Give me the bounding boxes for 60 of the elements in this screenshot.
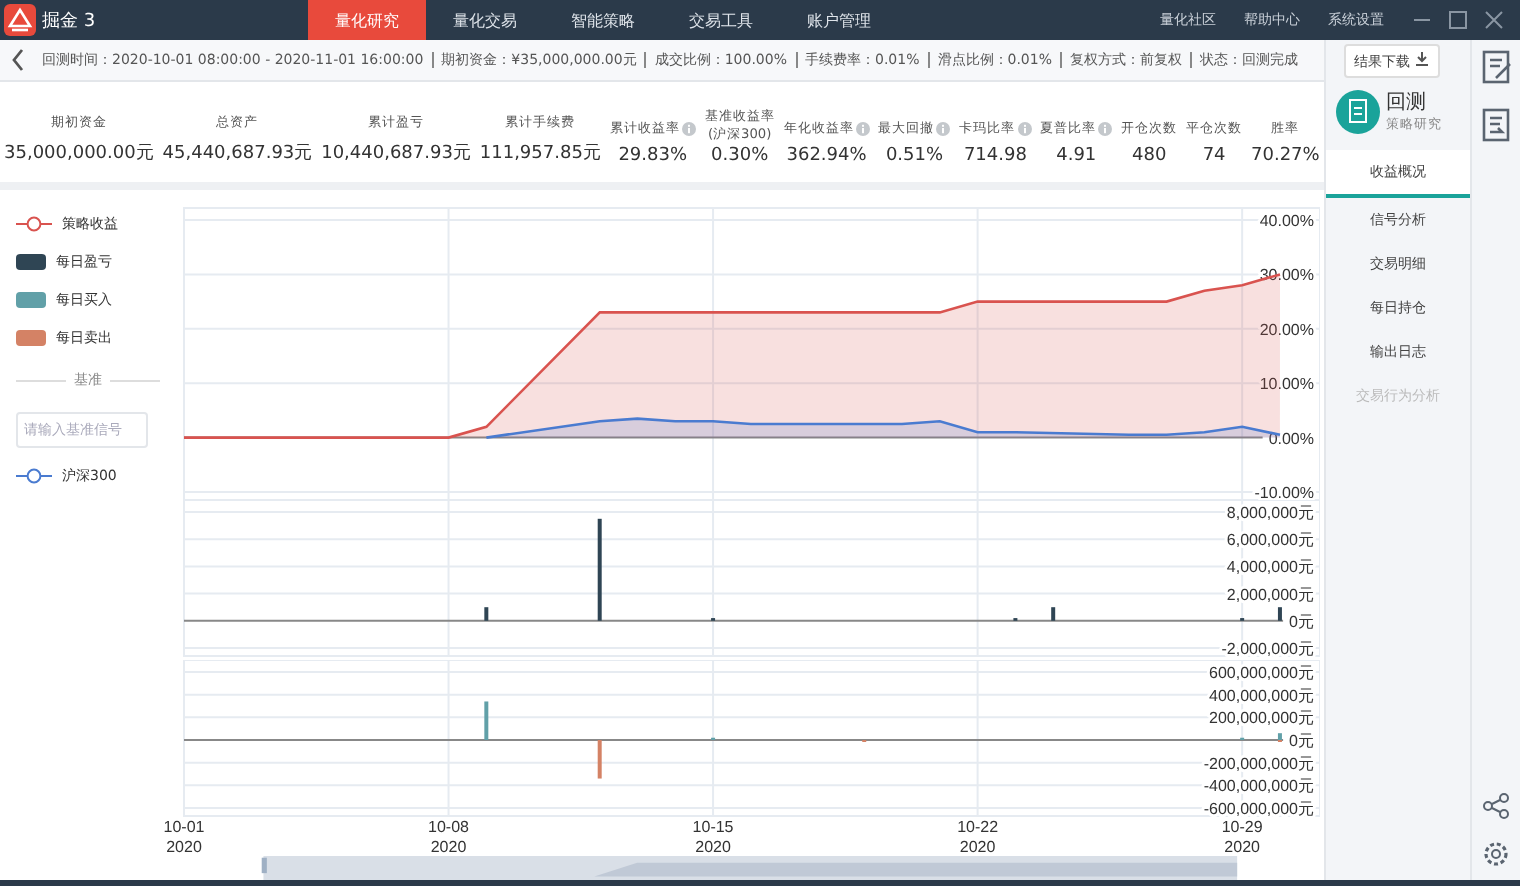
- stat-value: 480: [1132, 146, 1167, 166]
- axis-label: 40.00%: [1259, 212, 1314, 230]
- stat-value: 45,440,687.93元: [162, 142, 313, 166]
- axis-label: 10-01 2020: [163, 818, 205, 856]
- nav-tab[interactable]: 量化研究: [308, 0, 426, 40]
- axis-label: -2,000,000元: [1221, 640, 1314, 658]
- axis-label: -400,000,000元: [1203, 777, 1314, 796]
- app-name: 掘金 3: [42, 9, 96, 33]
- axis-label: 400,000,000元: [1209, 686, 1314, 705]
- nav-tab[interactable]: 账户管理: [780, 0, 898, 40]
- document-icon[interactable]: [1478, 106, 1514, 144]
- panel-title: 回测: [1386, 89, 1428, 116]
- axis-label: 10-15 2020: [692, 818, 734, 856]
- axis-label: 20.00%: [1259, 320, 1314, 339]
- axis-label: 4,000,000元: [1226, 558, 1314, 577]
- axis-label: -200,000,000元: [1203, 754, 1314, 773]
- axis-label: 10-22 2020: [957, 818, 999, 856]
- stat-value: 0.51%: [885, 146, 944, 166]
- stat-value: 362.94%: [786, 146, 867, 166]
- document-icon: [1336, 89, 1380, 133]
- chart-bar: [597, 740, 602, 779]
- axis-label: 8,000,000元: [1226, 504, 1314, 522]
- nav-tab[interactable]: 交易工具: [662, 0, 780, 40]
- stat-value: 4.91: [1056, 146, 1097, 166]
- axis-label: 0元: [1289, 612, 1314, 631]
- axis-label: 6,000,000元: [1226, 531, 1314, 550]
- settings-icon[interactable]: [1482, 840, 1510, 868]
- nav-tab[interactable]: 量化交易: [426, 0, 544, 40]
- close-icon[interactable]: [1484, 10, 1504, 30]
- stat-value: 70.27%: [1251, 146, 1320, 166]
- axis-label: 0.00%: [1268, 429, 1314, 448]
- stat-value: 29.83%: [618, 146, 688, 166]
- stat-value: 111,957.85元: [479, 142, 601, 166]
- stat-value: 10,440,687.93元: [321, 142, 471, 166]
- axis-label: -10.00%: [1254, 484, 1314, 500]
- zoom-slider[interactable]: [261, 856, 1238, 880]
- back-icon[interactable]: [10, 48, 26, 72]
- axis-label: 10.00%: [1259, 375, 1314, 394]
- axis-label: 0元: [1289, 732, 1314, 750]
- logo-icon: [4, 4, 36, 36]
- stat-value: 35,000,000.00元: [4, 142, 154, 166]
- share-icon[interactable]: [1482, 792, 1510, 820]
- axis-label: 10-29 2020: [1221, 818, 1263, 856]
- edit-document-icon[interactable]: [1478, 48, 1514, 86]
- stat-value: 74: [1202, 146, 1226, 166]
- chart-bar: [1051, 607, 1056, 621]
- axis-label: 600,000,000元: [1209, 664, 1314, 682]
- maximize-icon[interactable]: [1448, 10, 1468, 30]
- axis-label: -600,000,000元: [1203, 800, 1314, 818]
- stat-value: 714.98: [963, 146, 1027, 166]
- chart-bar: [484, 701, 489, 740]
- chart-bar: [1277, 607, 1282, 621]
- chart-bar: [597, 518, 602, 621]
- download-icon: [1414, 49, 1430, 65]
- chart-bar: [484, 607, 489, 621]
- axis-label: 2,000,000元: [1226, 585, 1314, 604]
- axis-label: 200,000,000元: [1209, 709, 1314, 728]
- nav-tab[interactable]: 智能策略: [544, 0, 662, 40]
- axis-label: 10-08 2020: [428, 818, 469, 856]
- stat-value: 0.30%: [711, 146, 769, 166]
